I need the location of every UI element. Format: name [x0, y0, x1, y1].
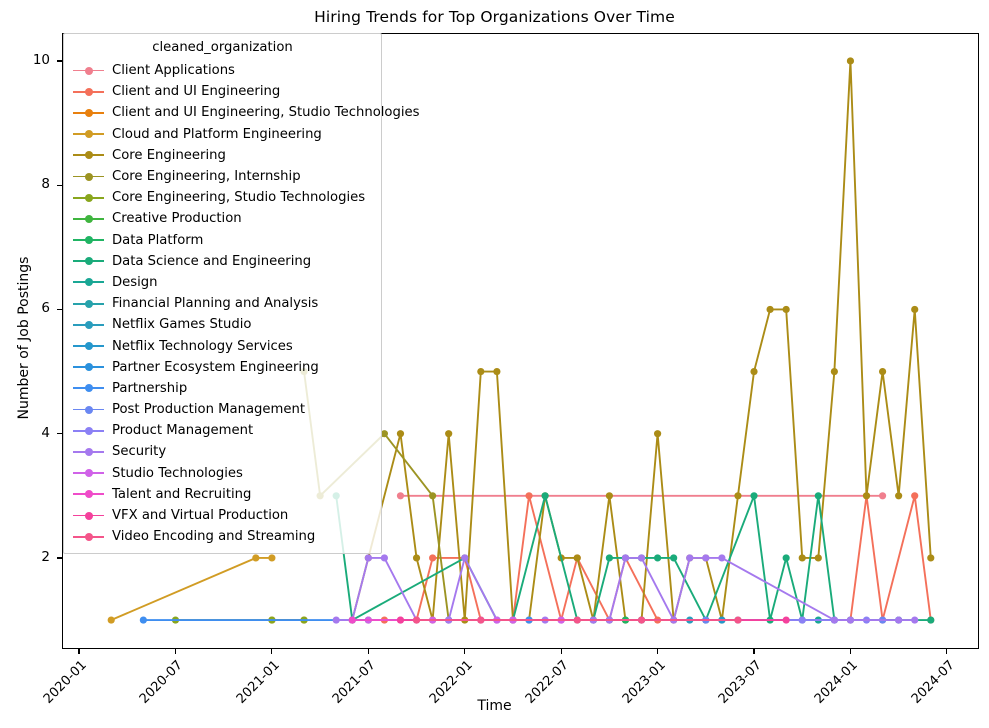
legend-item[interactable]: Studio Technologies	[73, 463, 372, 484]
legend-color-swatch	[73, 127, 104, 141]
legend-color-swatch	[73, 85, 104, 99]
x-tick-mark	[753, 649, 755, 654]
legend-item[interactable]: Design	[73, 272, 372, 293]
legend-item[interactable]: Data Science and Engineering	[73, 251, 372, 272]
x-tick-mark	[78, 649, 80, 654]
legend-item[interactable]: Partner Ecosystem Engineering	[73, 357, 372, 378]
legend-item-label: Partner Ecosystem Engineering	[112, 359, 319, 375]
legend-item-label: Cloud and Platform Engineering	[112, 126, 322, 142]
legend-item[interactable]: Partnership	[73, 378, 372, 399]
x-tick-mark	[656, 649, 659, 654]
legend-title: cleaned_organization	[152, 40, 293, 55]
legend-color-swatch	[73, 530, 104, 544]
legend-item[interactable]: Security	[73, 441, 372, 462]
legend-color-swatch	[73, 403, 104, 417]
y-tick-mark	[57, 60, 62, 62]
legend-color-swatch	[73, 297, 104, 311]
legend-item[interactable]: Product Management	[73, 420, 372, 441]
legend-item-label: Data Science and Engineering	[112, 253, 312, 269]
legend-color-swatch	[73, 381, 104, 395]
y-tick-label: 10	[32, 51, 50, 68]
legend-item-label: Design	[112, 274, 158, 290]
legend-color-swatch	[73, 509, 104, 523]
legend-color-swatch	[73, 360, 104, 374]
legend-item[interactable]: Video Encoding and Streaming	[73, 526, 372, 547]
legend-item[interactable]: Core Engineering	[73, 145, 372, 166]
legend-entries: Client Applications Client and UI Enginee…	[73, 60, 420, 547]
legend-item-label: Talent and Recruiting	[112, 486, 252, 502]
y-tick-mark	[57, 308, 62, 311]
legend-item-label: Client and UI Engineering	[112, 84, 281, 100]
legend-item-label: Netflix Games Studio	[112, 317, 252, 333]
legend-item-label: Core Engineering, Internship	[112, 169, 301, 185]
x-tick-mark	[560, 649, 562, 654]
legend-item[interactable]: Core Engineering, Studio Technologies	[73, 187, 372, 208]
legend-color-swatch	[73, 148, 104, 162]
y-tick-mark	[57, 184, 62, 186]
y-tick-mark	[57, 433, 62, 435]
y-axis-label: Number of Job Postings	[16, 256, 32, 420]
legend-item[interactable]: Client Applications	[73, 60, 372, 81]
chart-title: Hiring Trends for Top Organizations Over…	[314, 8, 675, 26]
legend-item-label: Netflix Technology Services	[112, 338, 293, 354]
legend-color-swatch	[73, 275, 104, 289]
x-axis-spine	[62, 648, 979, 650]
legend-item-label: Client Applications	[112, 63, 235, 79]
x-tick-mark	[849, 649, 852, 654]
legend-item-label: Financial Planning and Analysis	[112, 296, 319, 312]
legend-item-label: VFX and Virtual Production	[112, 508, 289, 524]
legend-color-swatch	[73, 233, 104, 247]
legend-color-swatch	[73, 170, 104, 184]
legend-color-swatch	[73, 487, 104, 501]
legend-item[interactable]: Financial Planning and Analysis	[73, 293, 372, 314]
legend-item[interactable]: Talent and Recruiting	[73, 484, 372, 505]
x-tick-mark	[174, 649, 177, 654]
legend-color-swatch	[73, 64, 104, 78]
legend-color-swatch	[73, 318, 104, 332]
legend-item[interactable]: Netflix Games Studio	[73, 314, 372, 335]
x-tick-mark	[464, 649, 466, 654]
chart-figure: Hiring Trends for Top Organizations Over…	[0, 0, 989, 728]
legend-color-swatch	[73, 466, 104, 480]
legend-item[interactable]: Client and UI Engineering, Studio Techno…	[73, 102, 420, 123]
legend-item-label: Creative Production	[112, 211, 242, 227]
x-tick-mark	[271, 649, 273, 654]
legend-item-label: Core Engineering	[112, 147, 226, 163]
legend-item[interactable]: Cloud and Platform Engineering	[73, 124, 372, 145]
legend-item-label: Product Management	[112, 423, 254, 439]
legend-item[interactable]: Creative Production	[73, 208, 372, 229]
legend-item-label: Client and UI Engineering, Studio Techno…	[112, 105, 420, 121]
legend-color-swatch	[73, 212, 104, 226]
legend-item[interactable]: Data Platform	[73, 230, 372, 251]
legend-item-label: Security	[112, 444, 167, 460]
x-axis-label: Time	[477, 698, 512, 714]
series-0	[396, 492, 887, 500]
x-tick-mark	[946, 649, 948, 654]
legend-item-label: Partnership	[112, 380, 188, 396]
series-4	[348, 57, 935, 624]
legend-item-label: Video Encoding and Streaming	[112, 529, 316, 545]
legend-item-label: Studio Technologies	[112, 465, 243, 481]
legend-item-label: Post Production Management	[112, 402, 306, 418]
legend-item-label: Core Engineering, Studio Technologies	[112, 190, 366, 206]
x-tick-mark	[367, 649, 369, 654]
legend-color-swatch	[73, 106, 104, 120]
legend-color-swatch	[73, 424, 104, 438]
legend-color-swatch	[73, 339, 104, 353]
legend-item[interactable]: Netflix Technology Services	[73, 335, 372, 356]
series-3	[107, 554, 276, 624]
legend-item[interactable]: Core Engineering, Internship	[73, 166, 372, 187]
legend-item[interactable]: Client and UI Engineering	[73, 81, 372, 102]
legend-color-swatch	[73, 254, 104, 268]
y-tick-mark	[57, 557, 62, 559]
legend-item[interactable]: Post Production Management	[73, 399, 372, 420]
legend-item-label: Data Platform	[112, 232, 204, 248]
legend-color-swatch	[73, 191, 104, 205]
chart-legend: cleaned_organization Client Applications…	[63, 33, 420, 555]
legend-color-swatch	[73, 445, 104, 459]
legend-item[interactable]: VFX and Virtual Production	[73, 505, 372, 526]
